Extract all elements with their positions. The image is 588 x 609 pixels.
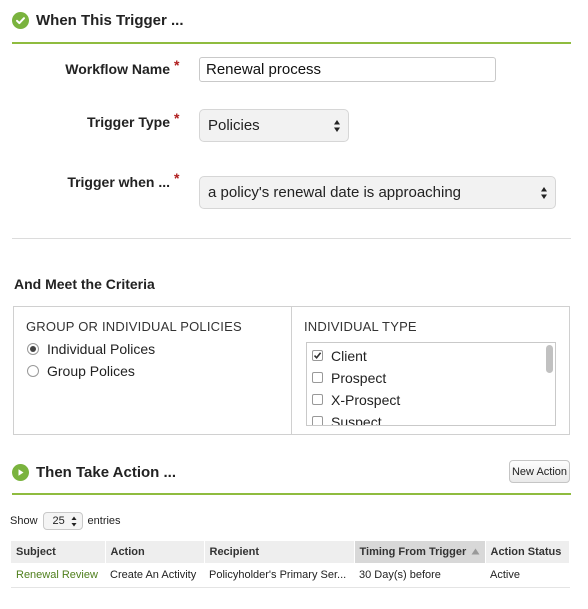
required-marker: * bbox=[174, 110, 180, 126]
show-label: Show bbox=[10, 515, 38, 527]
individual-type-list[interactable]: Client Prospect X-Prospect Suspect bbox=[306, 342, 556, 426]
subject-link[interactable]: Renewal Review bbox=[16, 569, 98, 581]
entries-label: entries bbox=[87, 515, 121, 527]
required-marker: * bbox=[174, 57, 180, 73]
table-row[interactable]: Renewal Review Create An Activity Policy… bbox=[11, 563, 570, 588]
scrollbar-thumb[interactable] bbox=[546, 345, 553, 373]
workflow-name-input[interactable] bbox=[199, 57, 496, 82]
trigger-when-select[interactable]: a policy's renewal date is approaching bbox=[199, 176, 556, 209]
group-policies-heading: GROUP OR INDIVIDUAL POLICIES bbox=[26, 319, 242, 334]
criteria-panel: GROUP OR INDIVIDUAL POLICIES Individual … bbox=[13, 306, 570, 435]
trigger-when-label: Trigger when ... bbox=[67, 174, 170, 190]
suspect-checkbox[interactable] bbox=[312, 416, 323, 425]
workflow-name-label: Workflow Name bbox=[65, 61, 170, 77]
cell-subject[interactable]: Renewal Review bbox=[11, 563, 105, 588]
trigger-type-value: Policies bbox=[208, 117, 260, 134]
form-divider bbox=[12, 238, 571, 239]
check-circle-icon bbox=[12, 12, 29, 29]
cell-timing: 30 Day(s) before bbox=[354, 563, 485, 588]
column-header-subject[interactable]: Subject bbox=[11, 541, 106, 563]
prospect-label[interactable]: Prospect bbox=[331, 370, 386, 386]
individual-policies-radio[interactable] bbox=[27, 343, 39, 355]
group-policies-radio[interactable] bbox=[27, 365, 39, 377]
client-label[interactable]: Client bbox=[331, 348, 367, 364]
select-arrows-icon bbox=[71, 516, 77, 527]
trigger-section-divider bbox=[12, 42, 571, 44]
entries-select[interactable]: 25 bbox=[42, 512, 83, 530]
show-entries-control: Show 25 entries bbox=[10, 512, 121, 530]
column-header-timing[interactable]: Timing From Trigger bbox=[354, 541, 486, 563]
sort-ascending-icon bbox=[471, 548, 479, 555]
new-action-button[interactable]: New Action bbox=[509, 460, 570, 483]
criteria-title: And Meet the Criteria bbox=[14, 276, 155, 292]
play-circle-icon bbox=[12, 464, 29, 481]
list-scrollbar[interactable] bbox=[545, 345, 553, 425]
action-section-divider bbox=[12, 493, 571, 495]
trigger-type-select[interactable]: Policies bbox=[199, 109, 349, 142]
radio-selected-dot bbox=[30, 346, 36, 352]
required-marker: * bbox=[174, 170, 180, 186]
select-arrows-icon bbox=[334, 119, 340, 132]
actions-table: Subject Action Recipient Timing From Tri… bbox=[11, 541, 570, 588]
x-prospect-checkbox[interactable] bbox=[312, 394, 323, 405]
entries-value: 25 bbox=[52, 515, 65, 527]
checkmark-icon bbox=[313, 352, 322, 360]
prospect-checkbox[interactable] bbox=[312, 372, 323, 383]
x-prospect-label[interactable]: X-Prospect bbox=[331, 392, 400, 408]
timing-header-label: Timing From Trigger bbox=[359, 546, 467, 558]
trigger-section-title: When This Trigger ... bbox=[36, 12, 184, 29]
trigger-when-value: a policy's renewal date is approaching bbox=[208, 184, 462, 201]
column-header-recipient[interactable]: Recipient bbox=[204, 541, 355, 563]
cell-status: Active bbox=[485, 563, 570, 588]
individual-type-heading: INDIVIDUAL TYPE bbox=[304, 319, 417, 334]
column-header-action[interactable]: Action bbox=[105, 541, 205, 563]
suspect-label[interactable]: Suspect bbox=[331, 414, 382, 425]
action-section-title: Then Take Action ... bbox=[36, 464, 177, 481]
individual-type-column: INDIVIDUAL TYPE Client Prospect X-Prospe… bbox=[292, 307, 569, 434]
group-policies-label[interactable]: Group Polices bbox=[47, 363, 135, 379]
trigger-section-header: When This Trigger ... bbox=[12, 12, 184, 29]
trigger-type-label: Trigger Type bbox=[87, 114, 170, 130]
column-header-status[interactable]: Action Status bbox=[485, 541, 570, 563]
action-section-header: Then Take Action ... bbox=[12, 464, 176, 481]
select-arrows-icon bbox=[541, 186, 547, 199]
cell-recipient: Policyholder's Primary Ser... bbox=[204, 563, 354, 588]
individual-policies-label[interactable]: Individual Polices bbox=[47, 341, 155, 357]
client-checkbox[interactable] bbox=[312, 350, 323, 361]
table-header-row: Subject Action Recipient Timing From Tri… bbox=[11, 541, 570, 563]
cell-action: Create An Activity bbox=[105, 563, 204, 588]
